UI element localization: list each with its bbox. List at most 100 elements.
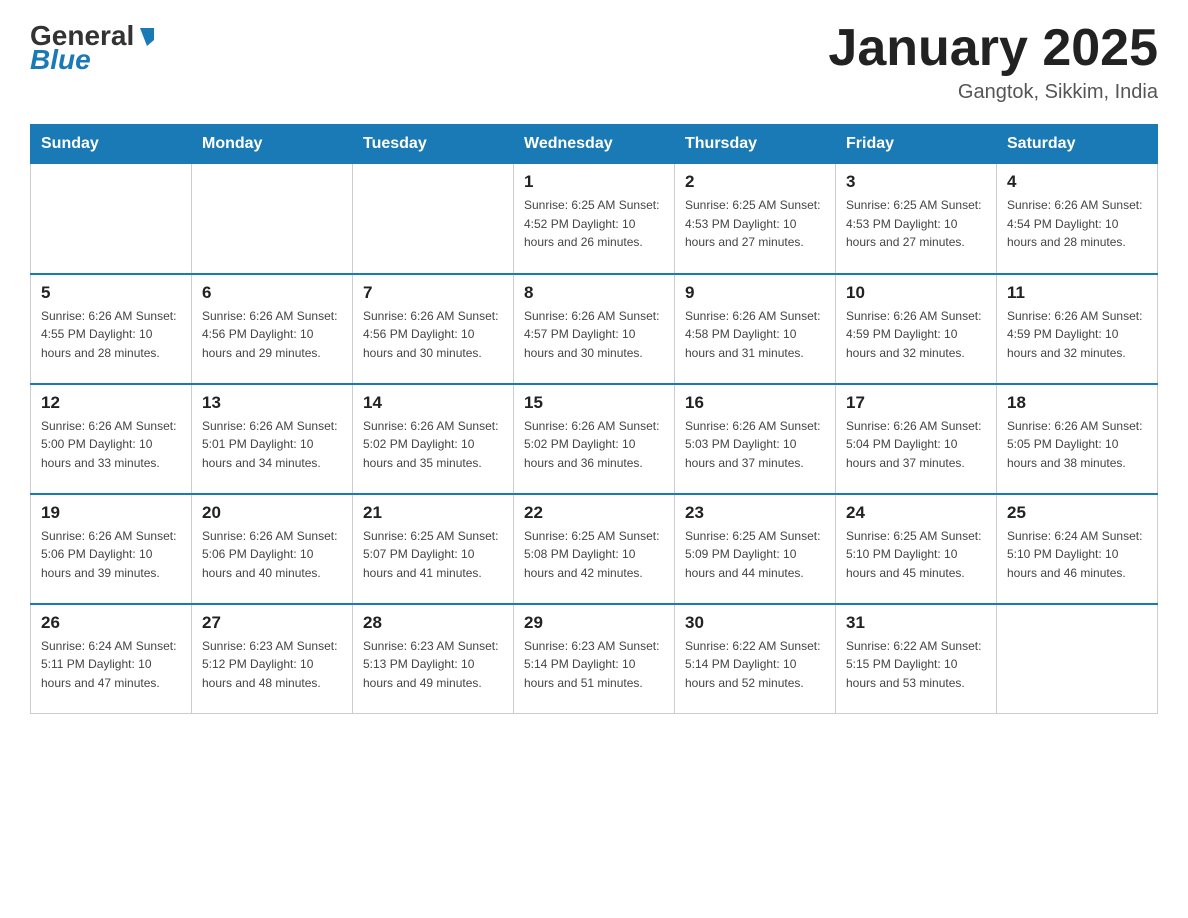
day-number: 28	[363, 613, 503, 633]
calendar-cell-w5-d7	[997, 604, 1158, 714]
day-number: 12	[41, 393, 181, 413]
day-number: 8	[524, 283, 664, 303]
day-info: Sunrise: 6:26 AM Sunset: 5:06 PM Dayligh…	[202, 527, 342, 583]
title-block: January 2025 Gangtok, Sikkim, India	[828, 20, 1158, 104]
day-info: Sunrise: 6:23 AM Sunset: 5:13 PM Dayligh…	[363, 637, 503, 693]
header-friday: Friday	[836, 125, 997, 164]
calendar-cell-w4-d3: 21Sunrise: 6:25 AM Sunset: 5:07 PM Dayli…	[353, 494, 514, 604]
day-number: 5	[41, 283, 181, 303]
calendar-cell-w4-d1: 19 Sunrise: 6:26 AM Sunset: 5:06 PM Dayli…	[31, 494, 192, 604]
day-number: 6	[202, 283, 342, 303]
day-number: 13	[202, 393, 342, 413]
calendar-cell-w1-d6: 3Sunrise: 6:25 AM Sunset: 4:53 PM Daylig…	[836, 164, 997, 274]
day-info: Sunrise: 6:26 AM Sunset: 5:04 PM Dayligh…	[846, 417, 986, 473]
calendar-cell-w4-d4: 22 Sunrise: 6:25 AM Sunset: 5:08 PM Dayli…	[514, 494, 675, 604]
calendar-cell-w3-d1: 12 Sunrise: 6:26 AM Sunset: 5:00 PM Dayli…	[31, 384, 192, 494]
calendar-cell-w5-d4: 29 Sunrise: 6:23 AM Sunset: 5:14 PM Dayli…	[514, 604, 675, 714]
calendar-cell-w3-d3: 14 Sunrise: 6:26 AM Sunset: 5:02 PM Dayli…	[353, 384, 514, 494]
day-number: 20	[202, 503, 342, 523]
day-info: Sunrise: 6:26 AM Sunset: 5:06 PM Dayligh…	[41, 527, 181, 583]
day-number: 23	[685, 503, 825, 523]
day-number: 22	[524, 503, 664, 523]
calendar-cell-w1-d5: 2 Sunrise: 6:25 AM Sunset: 4:53 PM Daylig…	[675, 164, 836, 274]
calendar-cell-w5-d2: 27 Sunrise: 6:23 AM Sunset: 5:12 PM Dayli…	[192, 604, 353, 714]
calendar-cell-w3-d2: 13 Sunrise: 6:26 AM Sunset: 5:01 PM Dayli…	[192, 384, 353, 494]
calendar-cell-w4-d6: 24 Sunrise: 6:25 AM Sunset: 5:10 PM Dayli…	[836, 494, 997, 604]
logo-text-blue: Blue	[30, 44, 91, 76]
calendar-cell-w2-d3: 7 Sunrise: 6:26 AM Sunset: 4:56 PM Daylig…	[353, 274, 514, 384]
calendar-cell-w3-d5: 16 Sunrise: 6:26 AM Sunset: 5:03 PM Dayli…	[675, 384, 836, 494]
day-info: Sunrise: 6:22 AM Sunset: 5:15 PM Dayligh…	[846, 637, 986, 693]
day-info: Sunrise: 6:25 AM Sunset: 5:07 PM Dayligh…	[363, 527, 503, 583]
calendar-cell-w2-d7: 11 Sunrise: 6:26 AM Sunset: 4:59 PM Dayli…	[997, 274, 1158, 384]
day-info: Sunrise: 6:26 AM Sunset: 4:57 PM Dayligh…	[524, 307, 664, 363]
calendar-cell-w1-d7: 4Sunrise: 6:26 AM Sunset: 4:54 PM Daylig…	[997, 164, 1158, 274]
day-info: Sunrise: 6:25 AM Sunset: 4:53 PM Dayligh…	[685, 196, 825, 252]
calendar-cell-w4-d2: 20 Sunrise: 6:26 AM Sunset: 5:06 PM Dayli…	[192, 494, 353, 604]
day-info: Sunrise: 6:26 AM Sunset: 5:02 PM Dayligh…	[524, 417, 664, 473]
day-number: 16	[685, 393, 825, 413]
day-info: Sunrise: 6:26 AM Sunset: 5:05 PM Dayligh…	[1007, 417, 1147, 473]
day-info: Sunrise: 6:26 AM Sunset: 5:00 PM Dayligh…	[41, 417, 181, 473]
page-header: General Blue January 2025 Gangtok, Sikki…	[30, 20, 1158, 104]
day-number: 31	[846, 613, 986, 633]
day-number: 24	[846, 503, 986, 523]
calendar-cell-w1-d3	[353, 164, 514, 274]
day-info: Sunrise: 6:26 AM Sunset: 5:03 PM Dayligh…	[685, 417, 825, 473]
calendar-cell-w1-d2	[192, 164, 353, 274]
day-number: 26	[41, 613, 181, 633]
calendar-cell-w2-d2: 6 Sunrise: 6:26 AM Sunset: 4:56 PM Daylig…	[192, 274, 353, 384]
day-info: Sunrise: 6:24 AM Sunset: 5:11 PM Dayligh…	[41, 637, 181, 693]
day-info: Sunrise: 6:23 AM Sunset: 5:12 PM Dayligh…	[202, 637, 342, 693]
day-number: 3	[846, 172, 986, 192]
day-info: Sunrise: 6:25 AM Sunset: 5:10 PM Dayligh…	[846, 527, 986, 583]
calendar-cell-w5-d6: 31 Sunrise: 6:22 AM Sunset: 5:15 PM Dayli…	[836, 604, 997, 714]
day-info: Sunrise: 6:25 AM Sunset: 5:09 PM Dayligh…	[685, 527, 825, 583]
calendar-cell-w5-d5: 30Sunrise: 6:22 AM Sunset: 5:14 PM Dayli…	[675, 604, 836, 714]
day-info: Sunrise: 6:24 AM Sunset: 5:10 PM Dayligh…	[1007, 527, 1147, 583]
day-number: 10	[846, 283, 986, 303]
calendar-cell-w2-d6: 10 Sunrise: 6:26 AM Sunset: 4:59 PM Dayli…	[836, 274, 997, 384]
day-number: 19	[41, 503, 181, 523]
day-info: Sunrise: 6:26 AM Sunset: 4:59 PM Dayligh…	[1007, 307, 1147, 363]
day-info: Sunrise: 6:23 AM Sunset: 5:14 PM Dayligh…	[524, 637, 664, 693]
header-saturday: Saturday	[997, 125, 1158, 164]
calendar-cell-w2-d4: 8 Sunrise: 6:26 AM Sunset: 4:57 PM Daylig…	[514, 274, 675, 384]
day-number: 11	[1007, 283, 1147, 303]
day-info: Sunrise: 6:26 AM Sunset: 4:56 PM Dayligh…	[363, 307, 503, 363]
day-info: Sunrise: 6:26 AM Sunset: 4:58 PM Dayligh…	[685, 307, 825, 363]
location-label: Gangtok, Sikkim, India	[828, 81, 1158, 104]
day-number: 2	[685, 172, 825, 192]
day-number: 14	[363, 393, 503, 413]
calendar-header-row: Sunday Monday Tuesday Wednesday Thursday…	[31, 125, 1158, 164]
logo-arrow-icon	[136, 26, 158, 48]
header-sunday: Sunday	[31, 125, 192, 164]
day-number: 27	[202, 613, 342, 633]
calendar-cell-w4-d5: 23 Sunrise: 6:25 AM Sunset: 5:09 PM Dayli…	[675, 494, 836, 604]
day-number: 7	[363, 283, 503, 303]
calendar-week-1: 1Sunrise: 6:25 AM Sunset: 4:52 PM Daylig…	[31, 164, 1158, 274]
calendar-cell-w1-d1	[31, 164, 192, 274]
month-title: January 2025	[828, 20, 1158, 77]
day-info: Sunrise: 6:22 AM Sunset: 5:14 PM Dayligh…	[685, 637, 825, 693]
day-info: Sunrise: 6:26 AM Sunset: 4:56 PM Dayligh…	[202, 307, 342, 363]
day-info: Sunrise: 6:26 AM Sunset: 4:55 PM Dayligh…	[41, 307, 181, 363]
calendar-week-3: 12 Sunrise: 6:26 AM Sunset: 5:00 PM Dayli…	[31, 384, 1158, 494]
day-info: Sunrise: 6:26 AM Sunset: 4:59 PM Dayligh…	[846, 307, 986, 363]
calendar-week-5: 26 Sunrise: 6:24 AM Sunset: 5:11 PM Dayli…	[31, 604, 1158, 714]
calendar-table: Sunday Monday Tuesday Wednesday Thursday…	[30, 124, 1158, 714]
logo: General Blue	[30, 20, 158, 76]
day-number: 29	[524, 613, 664, 633]
day-info: Sunrise: 6:26 AM Sunset: 5:02 PM Dayligh…	[363, 417, 503, 473]
calendar-cell-w4-d7: 25Sunrise: 6:24 AM Sunset: 5:10 PM Dayli…	[997, 494, 1158, 604]
calendar-cell-w3-d7: 18Sunrise: 6:26 AM Sunset: 5:05 PM Dayli…	[997, 384, 1158, 494]
day-info: Sunrise: 6:26 AM Sunset: 5:01 PM Dayligh…	[202, 417, 342, 473]
calendar-cell-w2-d1: 5 Sunrise: 6:26 AM Sunset: 4:55 PM Daylig…	[31, 274, 192, 384]
day-number: 17	[846, 393, 986, 413]
header-monday: Monday	[192, 125, 353, 164]
day-info: Sunrise: 6:25 AM Sunset: 5:08 PM Dayligh…	[524, 527, 664, 583]
day-number: 15	[524, 393, 664, 413]
header-tuesday: Tuesday	[353, 125, 514, 164]
day-number: 4	[1007, 172, 1147, 192]
calendar-week-4: 19 Sunrise: 6:26 AM Sunset: 5:06 PM Dayli…	[31, 494, 1158, 604]
